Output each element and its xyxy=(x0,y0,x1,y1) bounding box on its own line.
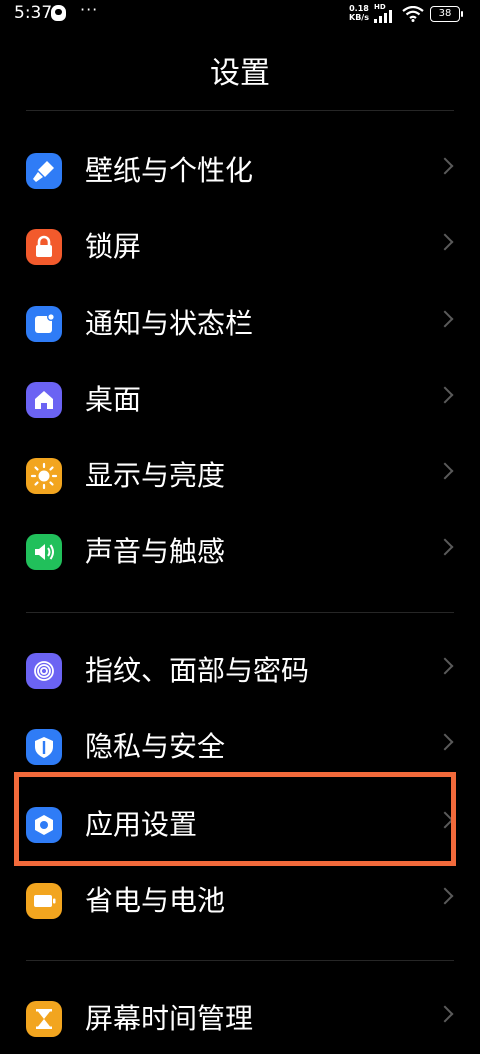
chevron-right-icon xyxy=(436,1005,454,1023)
battery-indicator: 38 xyxy=(430,6,463,22)
brush-icon xyxy=(26,153,62,189)
lock-icon xyxy=(26,229,62,265)
divider xyxy=(26,110,454,111)
settings-item-battery[interactable]: 省电与电池 xyxy=(0,866,480,936)
settings-item-label: 桌面 xyxy=(85,383,142,416)
settings-item-label: 屏幕时间管理 xyxy=(85,1002,254,1035)
chevron-right-icon xyxy=(436,462,454,480)
settings-item-label: 隐私与安全 xyxy=(85,730,226,763)
settings-item-label: 指纹、面部与密码 xyxy=(85,654,310,687)
chevron-right-icon xyxy=(436,733,454,751)
qq-notification-icon xyxy=(51,5,66,21)
settings-item-label: 通知与状态栏 xyxy=(85,307,254,340)
clock: 5:37 xyxy=(14,3,53,23)
chevron-right-icon xyxy=(436,386,454,404)
settings-item-notifications[interactable]: 通知与状态栏 xyxy=(0,289,480,359)
chevron-right-icon xyxy=(436,538,454,556)
network-speed-unit: KB/s xyxy=(349,13,369,22)
settings-item-label: 显示与亮度 xyxy=(85,459,226,492)
sun-icon xyxy=(26,458,62,494)
chevron-right-icon xyxy=(436,233,454,251)
status-bar: 5:37 ··· 0.18 KB/s HD 38 xyxy=(0,0,480,30)
page-title: 设置 xyxy=(210,56,270,91)
settings-item-screen-time[interactable]: 屏幕时间管理 xyxy=(0,984,480,1054)
fingerprint-icon xyxy=(26,653,62,689)
settings-item-display[interactable]: 显示与亮度 xyxy=(0,441,480,511)
wifi-icon xyxy=(402,6,424,22)
highlight-box xyxy=(14,772,456,866)
more-notifications-icon: ··· xyxy=(80,0,99,19)
speaker-icon xyxy=(26,534,62,570)
divider xyxy=(26,612,454,613)
network-speed: 0.18 KB/s xyxy=(349,4,369,22)
settings-item-label: 壁纸与个性化 xyxy=(85,154,254,187)
settings-item-fingerprint[interactable]: 指纹、面部与密码 xyxy=(0,636,480,706)
chevron-right-icon xyxy=(436,310,454,328)
divider xyxy=(26,960,454,961)
signal-icon xyxy=(374,9,396,23)
settings-item-desktop[interactable]: 桌面 xyxy=(0,365,480,435)
chevron-right-icon xyxy=(436,657,454,675)
chevron-right-icon xyxy=(436,157,454,175)
hourglass-icon xyxy=(26,1001,62,1037)
battery-icon xyxy=(26,883,62,919)
settings-item-label: 锁屏 xyxy=(85,230,142,263)
home-icon xyxy=(26,382,62,418)
notification-icon xyxy=(26,306,62,342)
privacy-shield-icon xyxy=(26,729,62,765)
settings-item-label: 省电与电池 xyxy=(85,884,226,917)
settings-item-lockscreen[interactable]: 锁屏 xyxy=(0,212,480,282)
settings-item-label: 声音与触感 xyxy=(85,535,226,568)
chevron-right-icon xyxy=(436,887,454,905)
settings-item-sound[interactable]: 声音与触感 xyxy=(0,517,480,587)
network-speed-value: 0.18 xyxy=(349,4,369,13)
settings-item-wallpaper[interactable]: 壁纸与个性化 xyxy=(0,136,480,206)
